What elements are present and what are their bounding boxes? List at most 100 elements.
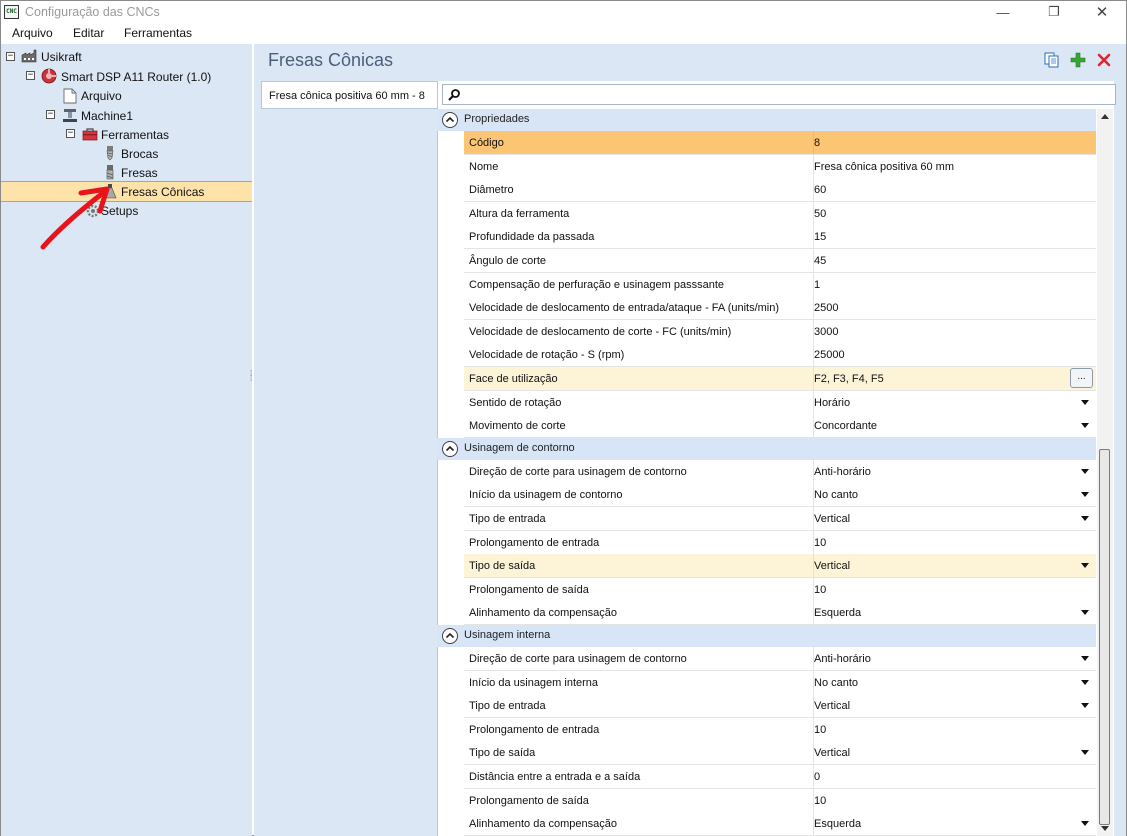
property-value-field[interactable]: 10 — [813, 789, 1095, 812]
property-value-field[interactable]: 0 — [813, 765, 1095, 788]
property-row[interactable]: Prolongamento de entrada 10 — [464, 531, 1096, 555]
property-value-field[interactable]: 2500 — [813, 296, 1095, 319]
property-value-field[interactable]: 15 — [813, 225, 1095, 248]
title-bar[interactable]: CNC Configuração das CNCs — ❐ ✕ — [1, 1, 1126, 23]
collapse-category-icon[interactable] — [442, 112, 458, 128]
scroll-up-arrow[interactable] — [1101, 114, 1109, 119]
property-row[interactable]: Diâmetro 60 — [464, 178, 1096, 202]
expander-ferramentas[interactable]: − — [66, 129, 75, 138]
property-row[interactable]: Prolongamento de saída 10 — [464, 578, 1096, 602]
menu-editar[interactable]: Editar — [73, 26, 104, 40]
property-value-field[interactable]: 50 — [813, 202, 1095, 225]
property-dropdown[interactable]: Anti-horário — [813, 460, 1095, 483]
collapse-category-icon[interactable] — [442, 628, 458, 644]
property-value-field[interactable]: 25000 — [813, 343, 1095, 366]
property-row[interactable]: Profundidade da passada 15 — [464, 225, 1096, 249]
dropdown-arrow-icon[interactable] — [1081, 400, 1089, 405]
property-dropdown[interactable]: Esquerda — [813, 812, 1095, 835]
property-value-field[interactable]: 8 — [813, 131, 1095, 154]
property-row[interactable]: Início da usinagem interna No canto — [464, 671, 1096, 695]
tree-node-arquivo[interactable]: Arquivo — [81, 89, 122, 103]
add-button[interactable] — [1069, 51, 1087, 69]
property-dropdown[interactable]: Horário — [813, 391, 1095, 414]
property-row[interactable]: Face de utilização F2, F3, F4, F5... — [464, 367, 1096, 391]
dropdown-arrow-icon[interactable] — [1081, 656, 1089, 661]
property-row[interactable]: Movimento de corte Concordante — [464, 414, 1096, 438]
dropdown-arrow-icon[interactable] — [1081, 610, 1089, 615]
property-row[interactable]: Início da usinagem de contorno No canto — [464, 483, 1096, 507]
property-row[interactable]: Tipo de entrada Vertical — [464, 694, 1096, 718]
maximize-button[interactable]: ❐ — [1031, 1, 1077, 23]
property-row[interactable]: Código 8 — [464, 131, 1096, 155]
property-dropdown[interactable]: No canto — [813, 483, 1095, 506]
dropdown-arrow-icon[interactable] — [1081, 492, 1089, 497]
property-row[interactable]: Velocidade de deslocamento de entrada/at… — [464, 296, 1096, 320]
property-row[interactable]: Direção de corte para usinagem de contor… — [464, 647, 1096, 671]
category-header[interactable]: Usinagem interna — [437, 625, 1096, 647]
expander-router[interactable]: − — [26, 71, 35, 80]
property-dropdown[interactable]: Vertical — [813, 507, 1095, 530]
ellipsis-button[interactable]: ... — [1070, 368, 1093, 388]
property-value-field[interactable]: F2, F3, F4, F5... — [813, 367, 1095, 390]
dropdown-arrow-icon[interactable] — [1081, 680, 1089, 685]
property-value-field[interactable]: 10 — [813, 718, 1095, 741]
vertical-scrollbar[interactable] — [1097, 109, 1113, 836]
menu-ferramentas[interactable]: Ferramentas — [124, 26, 192, 40]
tree-node-brocas[interactable]: Brocas — [121, 147, 158, 161]
property-row[interactable]: Alinhamento da compensação Esquerda — [464, 812, 1096, 836]
property-value-field[interactable]: 10 — [813, 531, 1095, 554]
tree-node-machine1[interactable]: Machine1 — [81, 109, 133, 123]
property-row[interactable]: Nome Fresa cônica positiva 60 mm — [464, 155, 1096, 179]
dropdown-arrow-icon[interactable] — [1081, 703, 1089, 708]
dropdown-arrow-icon[interactable] — [1081, 469, 1089, 474]
dropdown-arrow-icon[interactable] — [1081, 516, 1089, 521]
property-dropdown[interactable]: Concordante — [813, 414, 1095, 437]
property-value-field[interactable]: Fresa cônica positiva 60 mm — [813, 155, 1095, 178]
property-dropdown[interactable]: Vertical — [813, 741, 1095, 764]
property-value-field[interactable]: 45 — [813, 249, 1095, 272]
minimize-button[interactable]: — — [980, 1, 1026, 23]
copy-button[interactable] — [1043, 51, 1061, 69]
tree-node-fresas-conicas[interactable]: Fresas Cônicas — [121, 185, 204, 199]
property-value-field[interactable]: 3000 — [813, 320, 1095, 343]
property-row[interactable]: Distância entre a entrada e a saída 0 — [464, 765, 1096, 789]
property-row[interactable]: Direção de corte para usinagem de contor… — [464, 460, 1096, 484]
tree-node-fresas[interactable]: Fresas — [121, 166, 158, 180]
property-value-field[interactable]: 10 — [813, 578, 1095, 601]
property-row[interactable]: Alinhamento da compensação Esquerda — [464, 601, 1096, 625]
property-dropdown[interactable]: Vertical — [813, 554, 1095, 577]
scroll-thumb[interactable] — [1099, 449, 1110, 825]
delete-button[interactable] — [1095, 51, 1113, 69]
category-header[interactable]: Propriedades — [437, 109, 1096, 131]
property-search-input[interactable] — [442, 84, 1116, 105]
property-row[interactable]: Sentido de rotação Horário — [464, 391, 1096, 415]
property-value-field[interactable]: 1 — [813, 273, 1095, 296]
property-row[interactable]: Prolongamento de entrada 10 — [464, 718, 1096, 742]
property-row[interactable]: Velocidade de rotação - S (rpm) 25000 — [464, 343, 1096, 367]
property-dropdown[interactable]: No canto — [813, 671, 1095, 694]
property-row[interactable]: Altura da ferramenta 50 — [464, 202, 1096, 226]
expander-usikraft[interactable]: − — [6, 52, 15, 61]
property-row[interactable]: Ângulo de corte 45 — [464, 249, 1096, 273]
property-row[interactable]: Tipo de entrada Vertical — [464, 507, 1096, 531]
dropdown-arrow-icon[interactable] — [1081, 821, 1089, 826]
dropdown-arrow-icon[interactable] — [1081, 563, 1089, 568]
property-row[interactable]: Tipo de saída Vertical — [464, 554, 1096, 578]
expander-machine1[interactable]: − — [46, 110, 55, 119]
collapse-category-icon[interactable] — [442, 440, 458, 457]
category-header[interactable]: Usinagem de contorno — [437, 437, 1096, 460]
property-dropdown[interactable]: Esquerda — [813, 601, 1095, 624]
dropdown-arrow-icon[interactable] — [1081, 750, 1089, 755]
close-window-button[interactable]: ✕ — [1079, 1, 1125, 23]
property-row[interactable]: Prolongamento de saída 10 — [464, 789, 1096, 813]
tool-tab-selected[interactable]: Fresa cônica positiva 60 mm - 8 — [261, 81, 437, 109]
tree-node-ferramentas[interactable]: Ferramentas — [101, 128, 169, 142]
property-dropdown[interactable]: Anti-horário — [813, 647, 1095, 670]
property-row[interactable]: Velocidade de deslocamento de corte - FC… — [464, 320, 1096, 344]
property-value-field[interactable]: 60 — [813, 178, 1095, 201]
property-dropdown[interactable]: Vertical — [813, 694, 1095, 717]
property-row[interactable]: Tipo de saída Vertical — [464, 741, 1096, 765]
tree-node-usikraft[interactable]: Usikraft — [41, 50, 82, 64]
tree-node-router[interactable]: Smart DSP A11 Router (1.0) — [61, 70, 211, 84]
scroll-down-arrow[interactable] — [1101, 826, 1109, 831]
